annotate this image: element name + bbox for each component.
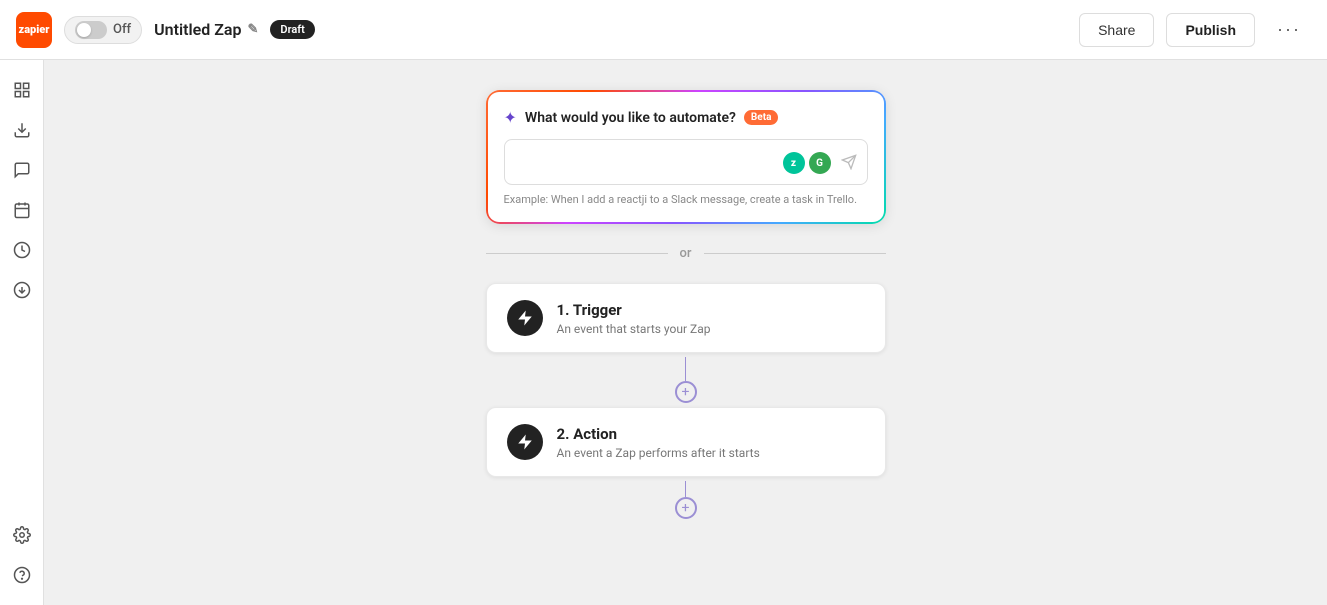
trigger-icon xyxy=(507,300,543,336)
ai-example-text: Example: When I add a reactji to a Slack… xyxy=(504,193,868,206)
ai-send-button[interactable] xyxy=(841,154,857,174)
action-step-desc: An event a Zap performs after it starts xyxy=(557,446,760,460)
action-icon xyxy=(507,424,543,460)
publish-button[interactable]: Publish xyxy=(1166,13,1255,47)
trigger-step-title: 1. Trigger xyxy=(557,301,711,319)
action-step-info: 2. Action An event a Zap performs after … xyxy=(557,425,760,460)
ai-card-header: ✦ What would you like to automate? Beta xyxy=(504,108,868,127)
zap-title: Untitled Zap ✎ xyxy=(154,20,258,39)
beta-badge: Beta xyxy=(744,110,779,125)
sidebar xyxy=(0,60,44,605)
edit-icon[interactable]: ✎ xyxy=(248,22,259,37)
connector-line-top xyxy=(685,357,686,381)
spark-icon: ✦ xyxy=(504,108,517,127)
add-step-button-2[interactable]: + xyxy=(675,497,697,519)
ai-card-inner: ✦ What would you like to automate? Beta … xyxy=(488,92,884,222)
google-ai-icon: G xyxy=(809,152,831,174)
toggle-label: Off xyxy=(113,22,131,37)
step-connector-1: + xyxy=(675,357,697,403)
sidebar-item-download[interactable] xyxy=(4,272,40,308)
toggle-track xyxy=(75,21,107,39)
sidebar-item-settings[interactable] xyxy=(4,517,40,553)
action-step-title: 2. Action xyxy=(557,425,760,443)
or-divider: or xyxy=(486,246,886,261)
step-connector-2: + xyxy=(675,481,697,519)
sidebar-item-apps[interactable] xyxy=(4,72,40,108)
sidebar-item-comments[interactable] xyxy=(4,152,40,188)
connector-line-bottom xyxy=(685,481,686,497)
bolt-icon xyxy=(516,309,534,327)
teal-ai-icon: z xyxy=(783,152,805,174)
action-step-card[interactable]: 2. Action An event a Zap performs after … xyxy=(486,407,886,477)
ai-input-field[interactable] xyxy=(517,153,767,168)
bolt-icon-2 xyxy=(516,433,534,451)
ai-question-label: What would you like to automate? xyxy=(525,110,736,126)
ai-automation-card: ✦ What would you like to automate? Beta … xyxy=(486,90,886,224)
trigger-step-card[interactable]: 1. Trigger An event that starts your Zap xyxy=(486,283,886,353)
draft-badge: Draft xyxy=(270,20,314,39)
sidebar-item-schedule[interactable] xyxy=(4,192,40,228)
ai-input-wrapper: z G xyxy=(504,139,868,185)
or-line-right xyxy=(704,253,886,254)
or-line-left xyxy=(486,253,668,254)
or-text: or xyxy=(680,246,692,261)
zapier-logo: zapier xyxy=(16,12,52,48)
canvas: ✦ What would you like to automate? Beta … xyxy=(44,60,1327,605)
ai-input-icons: z G xyxy=(783,152,831,174)
sidebar-item-history[interactable] xyxy=(4,232,40,268)
toggle-switch[interactable]: Off xyxy=(64,16,142,44)
share-button[interactable]: Share xyxy=(1079,13,1154,47)
header: zapier Off Untitled Zap ✎ Draft Share Pu… xyxy=(0,0,1327,60)
trigger-step-desc: An event that starts your Zap xyxy=(557,322,711,336)
trigger-step-info: 1. Trigger An event that starts your Zap xyxy=(557,301,711,336)
main-layout: ✦ What would you like to automate? Beta … xyxy=(0,60,1327,605)
sidebar-item-import[interactable] xyxy=(4,112,40,148)
sidebar-item-help[interactable] xyxy=(4,557,40,593)
toggle-thumb xyxy=(77,23,91,37)
more-options-button[interactable]: ··· xyxy=(1267,11,1311,48)
add-step-button-1[interactable]: + xyxy=(675,381,697,403)
